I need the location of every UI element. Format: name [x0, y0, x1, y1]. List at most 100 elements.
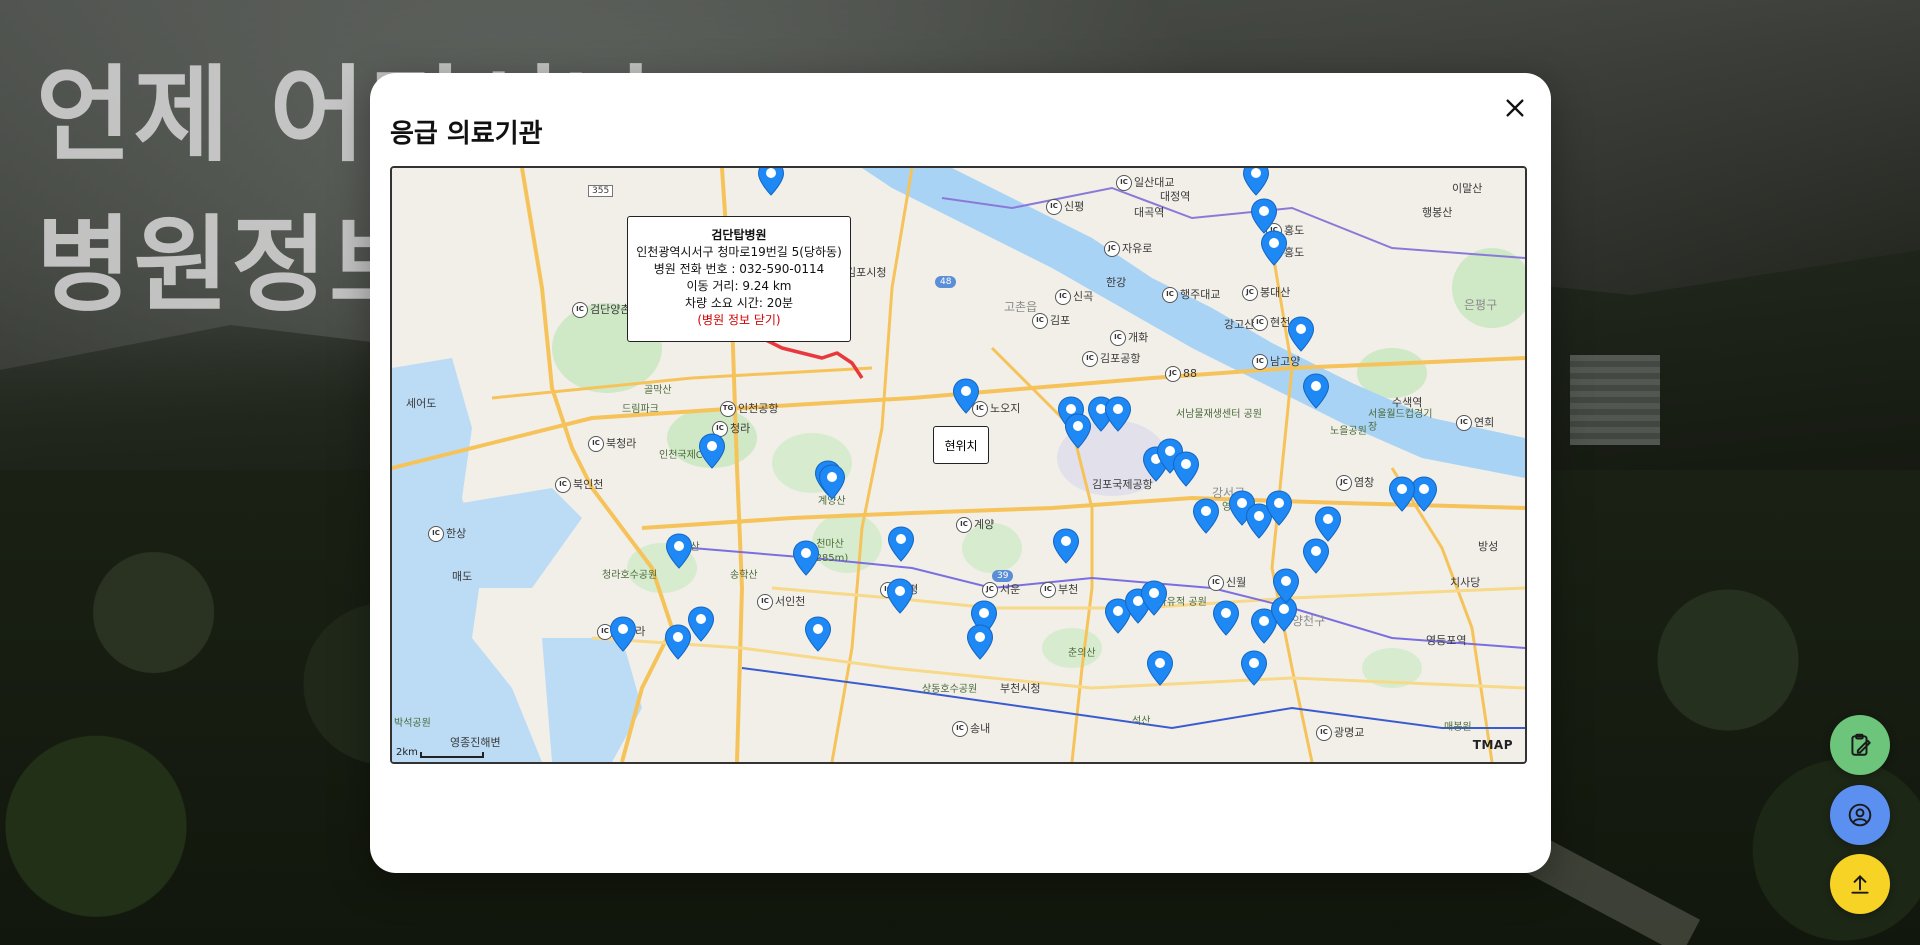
- current-location-marker: 현위치: [933, 426, 989, 464]
- clipboard-icon: [1851, 733, 1871, 756]
- hospital-pin-icon[interactable]: [1302, 538, 1330, 574]
- map-label: 드림파크: [622, 404, 659, 415]
- hospital-pin-icon[interactable]: [1265, 490, 1293, 526]
- hospital-pin-icon[interactable]: [1172, 451, 1200, 487]
- hospital-pin-icon[interactable]: [1146, 650, 1174, 686]
- map-label: JC 서운: [982, 581, 1020, 598]
- map-label: 한강: [1106, 276, 1127, 289]
- map-label: IC 서인천: [757, 593, 805, 610]
- hospital-pin-icon[interactable]: [1140, 580, 1168, 616]
- hospital-pin-icon[interactable]: [1104, 396, 1132, 432]
- hospital-phone: 병원 전화 번호 : 032-590-0114: [653, 262, 825, 276]
- hospital-pin-icon[interactable]: [952, 378, 980, 414]
- hospital-pin-icon[interactable]: [1212, 600, 1240, 636]
- my-page-button[interactable]: [1830, 785, 1890, 845]
- modal-title: 응급 의료기관: [390, 119, 543, 149]
- hospital-pin-icon[interactable]: [886, 578, 914, 614]
- map-label: 고촌읍: [1004, 300, 1038, 314]
- map-label: 이말산: [1452, 182, 1483, 195]
- hospital-pin-icon[interactable]: [818, 464, 846, 500]
- hospital-pin-icon[interactable]: [757, 168, 785, 196]
- building: [1570, 355, 1660, 445]
- map-label: 355: [588, 183, 614, 197]
- hospital-pin-icon[interactable]: [1052, 528, 1080, 564]
- scale-bar: [419, 752, 484, 758]
- map-label: IC 신곡: [1055, 288, 1093, 305]
- map-label: 은평구: [1464, 298, 1498, 312]
- map-label: IC 검단양촌: [572, 301, 630, 318]
- map-label: TG 인천공항: [720, 400, 778, 417]
- map-label: IC 행주대교: [1162, 286, 1220, 303]
- hospital-pin-icon[interactable]: [1314, 506, 1342, 542]
- map-label: IC 개화: [1110, 329, 1148, 346]
- arrow-up-icon: [1851, 875, 1869, 894]
- map-label: 매봉원: [1444, 722, 1472, 733]
- hospital-pin-icon[interactable]: [887, 526, 915, 562]
- map-label: 치사당: [1450, 576, 1481, 589]
- map-label: 송학산: [730, 570, 758, 581]
- map-label: 강고산: [1224, 318, 1255, 331]
- scroll-top-button[interactable]: [1830, 854, 1890, 914]
- map-label: 김포시청: [846, 266, 887, 279]
- map-label: 세어도: [406, 397, 437, 410]
- hospital-duration: 차량 소요 시간: 20분: [684, 296, 794, 310]
- close-info-link[interactable]: (병원 정보 닫기): [628, 312, 850, 329]
- map-label: 석산: [1132, 716, 1151, 727]
- close-icon: [1506, 99, 1524, 117]
- map-label: IC 신월: [1208, 574, 1246, 591]
- map-label: JC 염창: [1336, 474, 1374, 491]
- hero-title-line2: 병원정보: [36, 204, 427, 326]
- hospital-pin-icon[interactable]: [1302, 373, 1330, 409]
- hospital-pin-icon[interactable]: [792, 540, 820, 576]
- map-label: 춘의산: [1068, 648, 1096, 659]
- hospital-address: 인천광역시서구 청마로19번길 5(당하동): [636, 245, 842, 259]
- hospital-pin-icon[interactable]: [1240, 650, 1268, 686]
- map-label: 대정역: [1160, 190, 1191, 203]
- map-label: IC 송내: [952, 720, 990, 737]
- hospital-pin-icon[interactable]: [1242, 168, 1270, 196]
- hospital-pin-icon[interactable]: [966, 624, 994, 660]
- hospital-pin-icon[interactable]: [1260, 230, 1288, 266]
- write-button[interactable]: [1830, 715, 1890, 775]
- user-circle-icon: [1848, 803, 1872, 827]
- map-label: 서울월드컵경기장: [1368, 409, 1433, 433]
- map-label: 박석공원: [394, 718, 431, 729]
- hospital-pin-icon[interactable]: [1250, 198, 1278, 234]
- scale-label: 2km: [396, 747, 418, 758]
- hospital-pin-icon[interactable]: [804, 616, 832, 652]
- hospital-pin-icon[interactable]: [698, 433, 726, 469]
- map-brand-logo: TMAP: [1472, 738, 1513, 752]
- map-label: IC 계양: [956, 516, 994, 533]
- map-label: IC 북인천: [555, 476, 603, 493]
- map-label: IC 광명교: [1316, 724, 1364, 741]
- map-label: JC 봉대산: [1242, 284, 1290, 301]
- map-label: IC 현천: [1252, 314, 1290, 331]
- map-view[interactable]: 355 48 JC88 39 IC신평 IC일산대교 JC자유로 IC홍도 TG…: [390, 166, 1527, 764]
- map-scale: 2km: [396, 747, 484, 758]
- map-label: 행봉산: [1422, 206, 1453, 219]
- map-label: 대곡역: [1134, 206, 1165, 219]
- hospital-pin-icon[interactable]: [1064, 413, 1092, 449]
- map-label: IC 남고양: [1252, 353, 1300, 370]
- map-label: 영등포역: [1426, 634, 1467, 647]
- map-label: 48: [935, 274, 957, 288]
- hospital-name: 검단탑병원: [711, 228, 767, 242]
- hospital-pin-icon[interactable]: [609, 616, 637, 652]
- map-label: IC 신평: [1046, 198, 1084, 215]
- hospital-info-popup: 검단탑병원 인천광역시서구 청마로19번길 5(당하동) 병원 전화 번호 : …: [627, 216, 851, 342]
- map-label: 부천시청: [1000, 682, 1041, 695]
- hospital-pin-icon[interactable]: [664, 624, 692, 660]
- hospital-distance: 이동 거리: 9.24 km: [686, 279, 792, 293]
- hospital-pin-icon[interactable]: [1287, 316, 1315, 352]
- hospital-pin-icon[interactable]: [1388, 476, 1416, 512]
- map-label: IC 김포공항: [1082, 350, 1140, 367]
- hospital-pin-icon[interactable]: [665, 533, 693, 569]
- map-label: 상동호수공원: [922, 684, 978, 695]
- hospital-pin-icon[interactable]: [1272, 568, 1300, 604]
- hospital-pin-icon[interactable]: [1192, 498, 1220, 534]
- close-button[interactable]: [1495, 88, 1535, 128]
- map-label: 매도: [452, 570, 473, 583]
- map-label: IC 김포: [1032, 312, 1070, 329]
- map-label: IC 한상: [428, 525, 466, 542]
- map-label: 청라호수공원: [602, 570, 658, 581]
